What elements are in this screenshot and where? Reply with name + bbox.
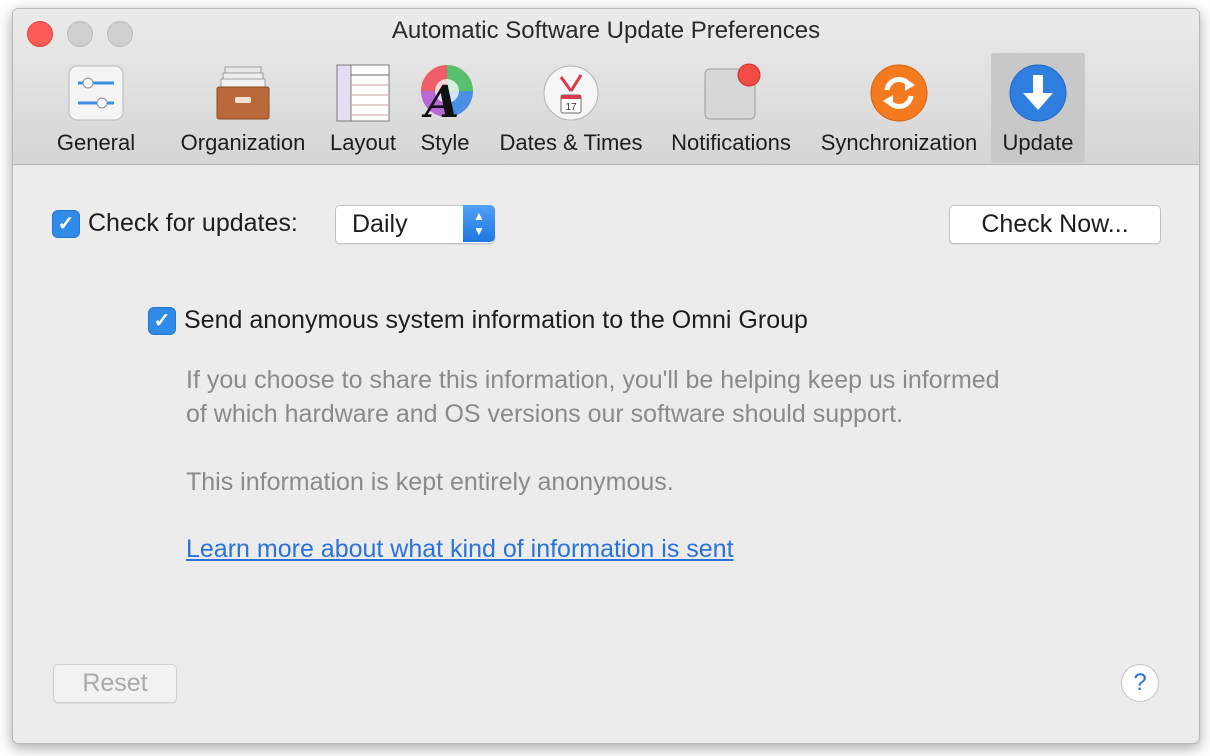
preferences-window: Automatic Software Update Preferences Ge… (12, 8, 1200, 744)
check-for-updates-label: Check for updates: (88, 209, 298, 237)
notification-badge-icon (704, 63, 761, 120)
window-title: Automatic Software Update Preferences (391, 17, 821, 44)
toolbar-general[interactable]: General (51, 53, 141, 163)
svg-text:A: A (421, 77, 459, 123)
toolbar-organization-label: Organization (180, 130, 306, 155)
toolbar-update[interactable]: Update (991, 53, 1085, 163)
check-now-button[interactable]: Check Now... (949, 205, 1161, 244)
style-color-wheel-icon: A (421, 65, 473, 123)
drawer-icon (216, 66, 270, 120)
update-frequency-popup[interactable]: Daily ▲ ▼ (335, 205, 495, 244)
check-for-updates-checkbox[interactable]: ✓ (52, 210, 80, 238)
send-anonymous-info-checkbox[interactable]: ✓ (148, 307, 176, 335)
toolbar-dates-times[interactable]: 17 Dates & Times (491, 53, 651, 163)
download-arrow-icon (1009, 64, 1067, 122)
info-anonymous-note: This information is kept entirely anonym… (186, 468, 674, 496)
popup-stepper-icon: ▲ ▼ (463, 205, 495, 242)
title-toolbar: Automatic Software Update Preferences Ge… (13, 9, 1199, 165)
toolbar-notifications[interactable]: Notifications (663, 53, 799, 163)
toolbar-layout-label: Layout (329, 130, 397, 155)
toolbar-synchronization-label: Synchronization (820, 130, 978, 155)
toolbar-layout[interactable]: Layout (323, 53, 403, 163)
calendar-clock-icon: 17 (543, 65, 599, 121)
toolbar-style[interactable]: A Style (409, 53, 481, 163)
layout-columns-icon (336, 64, 390, 122)
reset-button[interactable]: Reset (53, 664, 177, 703)
info-description-line1: If you choose to share this information,… (186, 366, 1000, 394)
toolbar-notifications-label: Notifications (671, 130, 791, 155)
toolbar-update-label: Update (1002, 130, 1074, 155)
sliders-icon (68, 65, 124, 121)
send-anonymous-info-label: Send anonymous system information to the… (184, 306, 808, 334)
toolbar-style-label: Style (420, 130, 470, 155)
toolbar-general-label: General (56, 130, 136, 155)
help-button[interactable]: ? (1121, 664, 1159, 702)
update-frequency-value: Daily (352, 210, 408, 238)
toolbar-organization[interactable]: Organization (173, 53, 313, 163)
learn-more-link[interactable]: Learn more about what kind of informatio… (186, 535, 734, 564)
sync-icon (870, 64, 928, 122)
toolbar-synchronization[interactable]: Synchronization (811, 53, 987, 163)
info-description-line2: of which hardware and OS versions our so… (186, 400, 904, 428)
toolbar-dates-times-label: Dates & Times (499, 130, 643, 155)
calendar-day-number: 17 (565, 102, 577, 113)
